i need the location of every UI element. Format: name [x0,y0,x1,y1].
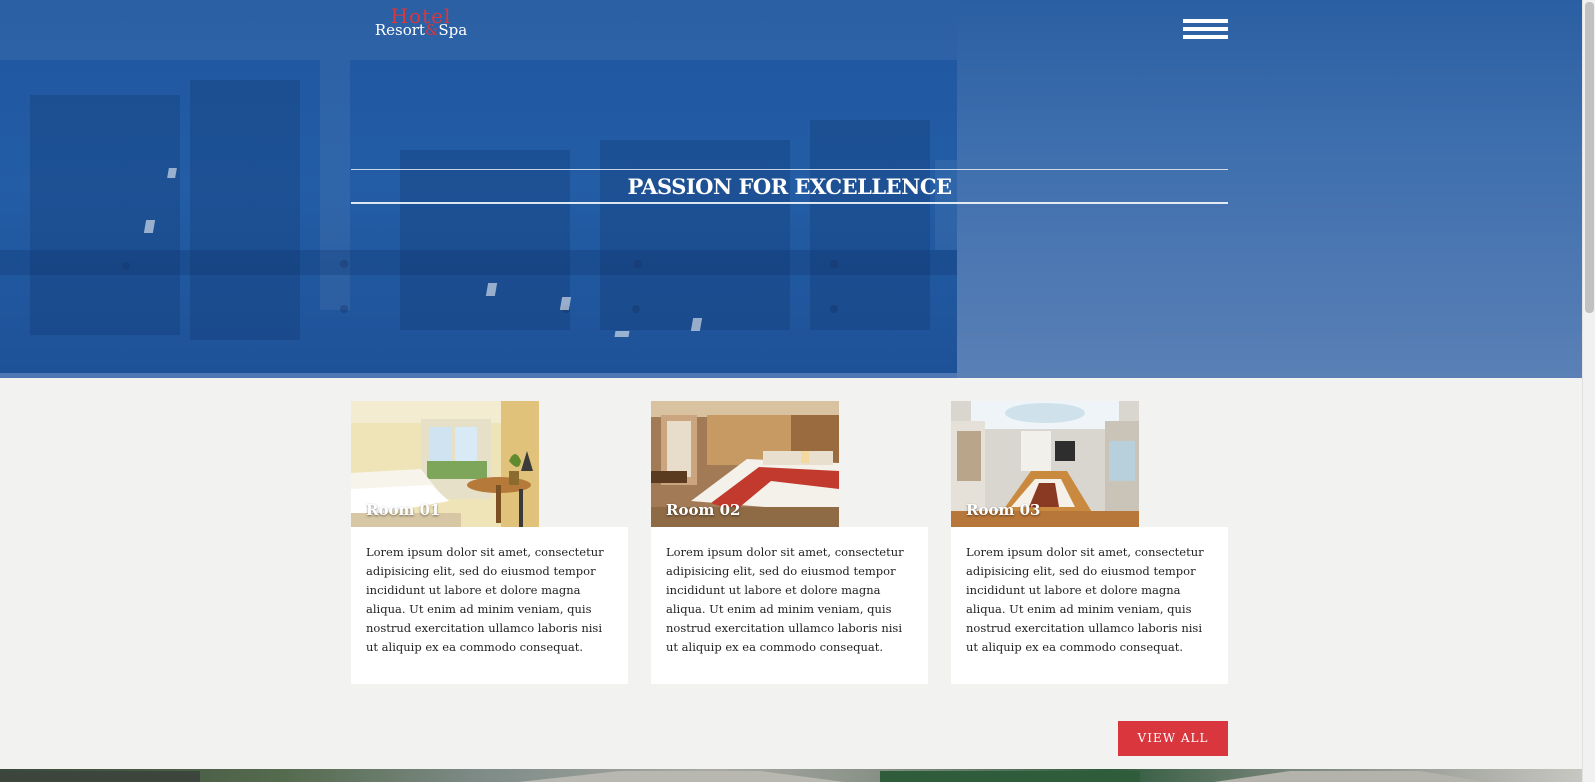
room-photo-1[interactable]: Room 01 [351,401,539,527]
logo-ampersand: & [424,21,439,39]
room-card-2[interactable]: Room 02 Lorem ipsum dolor sit amet, cons… [651,401,928,684]
room-title-2: Room 02 [666,501,741,519]
hero-banner: Hotel Resort&Spa PASSION FOR EXCELLENCE [0,0,1582,378]
room-card-1[interactable]: Room 01 Lorem ipsum dolor sit amet, cons… [351,401,628,684]
scrollbar-thumb[interactable] [1585,2,1594,313]
room-body-1: Lorem ipsum dolor sit amet, consectetur … [351,527,628,684]
page-scrollbar[interactable] [1582,0,1595,782]
hamburger-icon[interactable] [1183,19,1228,39]
room-card-3[interactable]: Room 03 Lorem ipsum dolor sit amet, cons… [951,401,1228,684]
logo-spa: Spa [438,21,468,39]
room-photo-2[interactable]: Room 02 [651,401,839,527]
hero-tagline-frame: PASSION FOR EXCELLENCE [351,169,1228,204]
next-section-preview [0,771,1488,782]
hotel-logo[interactable]: Hotel Resort&Spa [362,6,480,42]
room-title-1: Room 01 [366,501,441,519]
room-description-3: Lorem ipsum dolor sit amet, consectetur … [966,545,1204,654]
room-body-2: Lorem ipsum dolor sit amet, consectetur … [651,527,928,684]
view-all-button[interactable]: VIEW ALL [1118,721,1228,756]
hero-tagline: PASSION FOR EXCELLENCE [627,174,952,199]
logo-wordmark-bottom: Resort&Spa [362,23,480,38]
logo-resort: Resort [374,21,425,39]
room-body-3: Lorem ipsum dolor sit amet, consectetur … [951,527,1228,684]
room-photo-3[interactable]: Room 03 [951,401,1139,527]
room-description-1: Lorem ipsum dolor sit amet, consectetur … [366,545,604,654]
hero-divider [0,373,957,378]
room-description-2: Lorem ipsum dolor sit amet, consectetur … [666,545,904,654]
next-section-image [0,769,1582,782]
room-title-3: Room 03 [966,501,1041,519]
